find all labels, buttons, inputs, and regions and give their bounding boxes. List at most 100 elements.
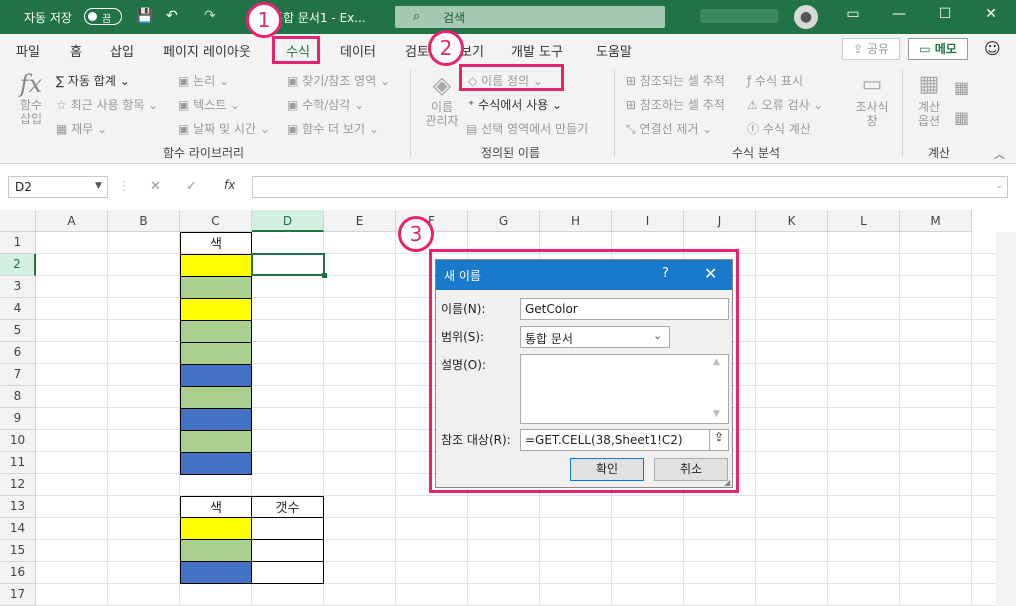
- datetime-button[interactable]: ▣ 날짜 및 시간 ⌄: [178, 120, 270, 137]
- ribbon-display-icon[interactable]: ▭: [838, 6, 868, 22]
- insert-function-button[interactable]: fx 함수 삽입: [12, 70, 50, 126]
- more-functions-button[interactable]: ▣ 함수 더 보기 ⌄: [287, 120, 379, 137]
- tab-insert[interactable]: 삽입: [110, 41, 134, 60]
- column-header[interactable]: H: [540, 210, 612, 232]
- error-checking-button[interactable]: ⚠ 오류 검사 ⌄: [747, 96, 823, 113]
- column-header[interactable]: I: [612, 210, 684, 232]
- memo-button[interactable]: ▭ 메모: [908, 38, 968, 60]
- lookup-button[interactable]: ▣ 찾기/참조 영역 ⌄: [287, 72, 390, 89]
- row-header[interactable]: 2: [0, 254, 36, 276]
- name-field[interactable]: GetColor: [520, 298, 729, 320]
- row-header[interactable]: 8: [0, 386, 36, 408]
- row-header[interactable]: 4: [0, 298, 36, 320]
- row-header[interactable]: 13: [0, 496, 36, 518]
- show-formulas-button[interactable]: ƒ 수식 표시: [747, 72, 803, 89]
- column-header[interactable]: B: [108, 210, 180, 232]
- trace-precedents-button[interactable]: ⊞ 참조되는 셀 추적: [626, 72, 725, 89]
- column-header[interactable]: J: [684, 210, 756, 232]
- calc-options-button[interactable]: ▦ 계산 옵션: [910, 70, 948, 128]
- column-header[interactable]: C: [180, 210, 252, 232]
- maximize-button[interactable]: ☐: [930, 6, 960, 22]
- financial-button[interactable]: ▦ 재무 ⌄: [56, 120, 107, 137]
- redo-icon[interactable]: ↷: [204, 8, 216, 24]
- logical-button[interactable]: ▣ 논리 ⌄: [178, 72, 229, 89]
- tab-data[interactable]: 데이터: [340, 41, 376, 60]
- row-header[interactable]: 15: [0, 540, 36, 562]
- color-cell[interactable]: [180, 276, 252, 299]
- calc-now-icon[interactable]: ▦: [954, 78, 969, 97]
- row-header[interactable]: 17: [0, 584, 36, 606]
- row-header[interactable]: 7: [0, 364, 36, 386]
- autosum-button[interactable]: ∑ 자동 합계 ⌄: [56, 72, 130, 89]
- cell-c1[interactable]: 색: [180, 232, 252, 254]
- color-cell[interactable]: [180, 364, 252, 387]
- name-manager-button[interactable]: ◈ 이름 관리자: [420, 70, 464, 128]
- cancel-button[interactable]: 취소: [654, 458, 728, 481]
- summary-count-cell[interactable]: [251, 517, 324, 540]
- summary-color-cell[interactable]: [180, 539, 252, 562]
- row-header[interactable]: 5: [0, 320, 36, 342]
- summary-color-cell[interactable]: [180, 517, 252, 540]
- row-header[interactable]: 12: [0, 474, 36, 496]
- minimize-button[interactable]: —: [884, 6, 914, 22]
- summary-color-cell[interactable]: [180, 561, 252, 584]
- share-button[interactable]: ⇪ 공유: [842, 38, 900, 60]
- tab-review[interactable]: 검토: [405, 41, 429, 60]
- enter-icon[interactable]: ✓: [186, 179, 197, 194]
- save-icon[interactable]: 💾: [136, 8, 153, 24]
- summary-count-cell[interactable]: [251, 561, 324, 584]
- column-header[interactable]: E: [324, 210, 396, 232]
- help-icon[interactable]: ?: [662, 266, 669, 281]
- evaluate-formula-button[interactable]: ⓕ 수식 계산: [747, 120, 811, 137]
- name-box[interactable]: D2 ▼: [8, 176, 108, 198]
- column-header[interactable]: K: [756, 210, 828, 232]
- cell-c13[interactable]: 색: [180, 496, 252, 518]
- trace-dependents-button[interactable]: ⊞ 참조하는 셀 추적: [626, 96, 725, 113]
- select-all-corner[interactable]: [0, 210, 36, 232]
- column-header[interactable]: L: [828, 210, 900, 232]
- color-cell[interactable]: [180, 254, 252, 277]
- use-in-formula-button[interactable]: ⁺ 수식에서 사용 ⌄: [468, 96, 562, 113]
- collapse-dialog-icon[interactable]: ⇪: [709, 430, 728, 450]
- comment-textarea[interactable]: ▲ ▼: [520, 354, 729, 424]
- expand-formula-icon[interactable]: ⌄: [995, 181, 1003, 191]
- row-header[interactable]: 9: [0, 408, 36, 430]
- tab-page-layout[interactable]: 페이지 레이아웃: [163, 41, 251, 60]
- column-header[interactable]: D: [252, 210, 324, 232]
- formula-input[interactable]: ⌄: [252, 176, 1008, 198]
- close-icon[interactable]: ✕: [704, 264, 717, 283]
- row-header[interactable]: 14: [0, 518, 36, 540]
- column-header[interactable]: G: [468, 210, 540, 232]
- row-header[interactable]: 1: [0, 232, 36, 254]
- create-from-selection-button[interactable]: ▤ 선택 영역에서 만들기: [466, 120, 588, 137]
- math-button[interactable]: ▣ 수학/삼각 ⌄: [287, 96, 364, 113]
- autosave-toggle[interactable]: 끔: [84, 8, 122, 25]
- color-cell[interactable]: [180, 320, 252, 343]
- cell-d13[interactable]: 갯수: [251, 496, 324, 518]
- remove-arrows-button[interactable]: ⤡ 연결선 제거 ⌄: [626, 120, 712, 137]
- color-cell[interactable]: [180, 386, 252, 409]
- user-icon[interactable]: ●: [794, 5, 818, 29]
- color-cell[interactable]: [180, 408, 252, 431]
- row-header[interactable]: 16: [0, 562, 36, 584]
- tab-file[interactable]: 파일: [16, 41, 40, 60]
- undo-icon[interactable]: ↶: [166, 8, 178, 24]
- feedback-icon[interactable]: ☺: [984, 39, 1001, 58]
- resize-grip-icon[interactable]: ◢: [724, 478, 730, 487]
- row-header[interactable]: 11: [0, 452, 36, 474]
- text-button[interactable]: ▣ 텍스트 ⌄: [178, 96, 240, 113]
- tab-developer[interactable]: 개발 도구: [511, 41, 563, 60]
- calc-sheet-icon[interactable]: ▦: [954, 108, 969, 127]
- active-cell-d2[interactable]: [251, 253, 327, 278]
- color-cell[interactable]: [180, 298, 252, 321]
- scope-select[interactable]: 통합 문서 ⌄: [520, 326, 670, 348]
- column-header[interactable]: M: [900, 210, 972, 232]
- cancel-icon[interactable]: ✕: [150, 179, 161, 194]
- color-cell[interactable]: [180, 430, 252, 453]
- ok-button[interactable]: 확인: [570, 458, 644, 481]
- close-button[interactable]: ✕: [976, 6, 1006, 22]
- row-header[interactable]: 3: [0, 276, 36, 298]
- refers-to-field[interactable]: =GET.CELL(38,Sheet1!C2) ⇪: [520, 429, 729, 451]
- collapse-ribbon-icon[interactable]: ︿: [994, 146, 1005, 162]
- search-box[interactable]: ⌕ 검색: [395, 6, 665, 28]
